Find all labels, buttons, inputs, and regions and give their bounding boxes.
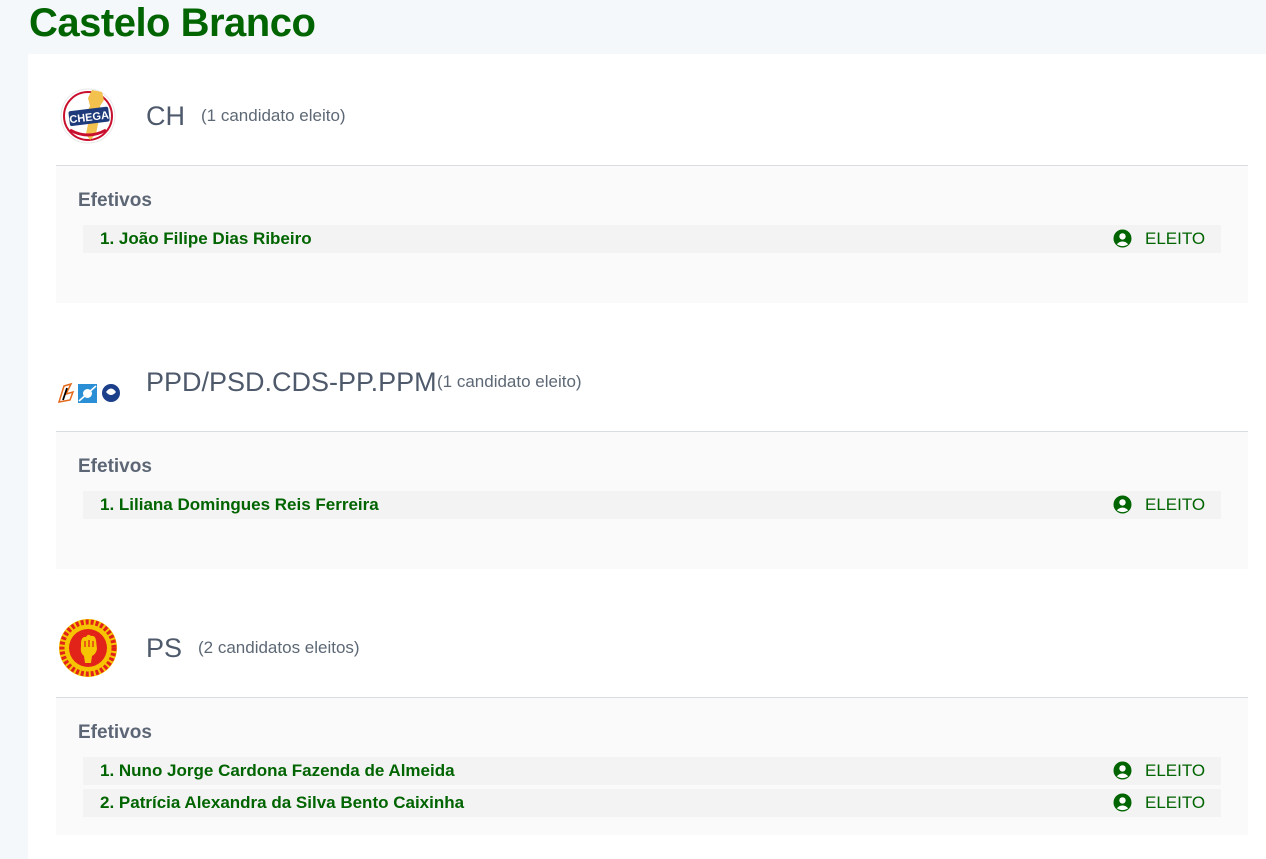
section-label-efetivos: Efetivos xyxy=(78,722,152,743)
party-name: CH xyxy=(146,101,185,131)
party-section-ppd-psd-cds-ppm: PPD/PSD.CDS-PP.PPM (1 candidato eleito) … xyxy=(56,320,1248,569)
candidate-row: 1. Liliana Domingues Reis Ferreira ELEIT… xyxy=(83,491,1221,519)
candidates-panel: Efetivos 1. Nuno Jorge Cardona Fazenda d… xyxy=(56,698,1248,835)
party-name: PPD/PSD.CDS-PP.PPM xyxy=(146,367,437,397)
user-circle-icon xyxy=(1113,761,1132,780)
candidate-name[interactable]: 1. Liliana Domingues Reis Ferreira xyxy=(100,495,379,515)
section-label-efetivos: Efetivos xyxy=(78,456,152,477)
status-elected-label: ELEITO xyxy=(1145,495,1206,514)
status-elected-label: ELEITO xyxy=(1145,229,1206,248)
party-header: PPD/PSD.CDS-PP.PPM (1 candidato eleito) xyxy=(56,320,1248,432)
party-elected-count: (1 candidato eleito) xyxy=(437,372,582,391)
party-section-ch: CHEGA CH (1 candidato eleito) Efetivos 1… xyxy=(56,54,1248,303)
candidate-name[interactable]: 2. Patrícia Alexandra da Silva Bento Cai… xyxy=(100,793,464,813)
candidates-panel: Efetivos 1. Liliana Domingues Reis Ferre… xyxy=(56,432,1248,569)
page-title: Castelo Branco xyxy=(29,1,316,45)
party-header: PS (2 candidatos eleitos) xyxy=(56,586,1248,698)
user-circle-icon xyxy=(1113,229,1132,248)
party-section-ps: PS (2 candidatos eleitos) Efetivos 1. Nu… xyxy=(56,586,1248,835)
ps-logo xyxy=(56,616,120,680)
candidate-row: 1. Nuno Jorge Cardona Fazenda de Almeida… xyxy=(83,757,1221,785)
ppd-psd-cds-ppm-logos xyxy=(56,350,120,414)
candidates-panel: Efetivos 1. João Filipe Dias Ribeiro ELE… xyxy=(56,166,1248,303)
section-label-efetivos: Efetivos xyxy=(78,190,152,211)
candidate-name[interactable]: 1. João Filipe Dias Ribeiro xyxy=(100,229,312,249)
party-name: PS xyxy=(146,633,183,663)
candidate-row: 1. João Filipe Dias Ribeiro ELEITO xyxy=(83,225,1221,253)
results-card: CHEGA CH (1 candidato eleito) Efetivos 1… xyxy=(28,54,1266,859)
user-circle-icon xyxy=(1113,495,1132,514)
user-circle-icon xyxy=(1113,793,1132,812)
chega-logo: CHEGA xyxy=(56,84,120,148)
party-elected-count: (2 candidatos eleitos) xyxy=(198,638,360,657)
candidate-name[interactable]: 1. Nuno Jorge Cardona Fazenda de Almeida xyxy=(100,761,455,781)
candidate-row: 2. Patrícia Alexandra da Silva Bento Cai… xyxy=(83,789,1221,817)
party-header: CHEGA CH (1 candidato eleito) xyxy=(56,54,1248,166)
party-elected-count: (1 candidato eleito) xyxy=(201,106,346,125)
status-elected-label: ELEITO xyxy=(1145,793,1206,812)
status-elected-label: ELEITO xyxy=(1145,761,1206,780)
